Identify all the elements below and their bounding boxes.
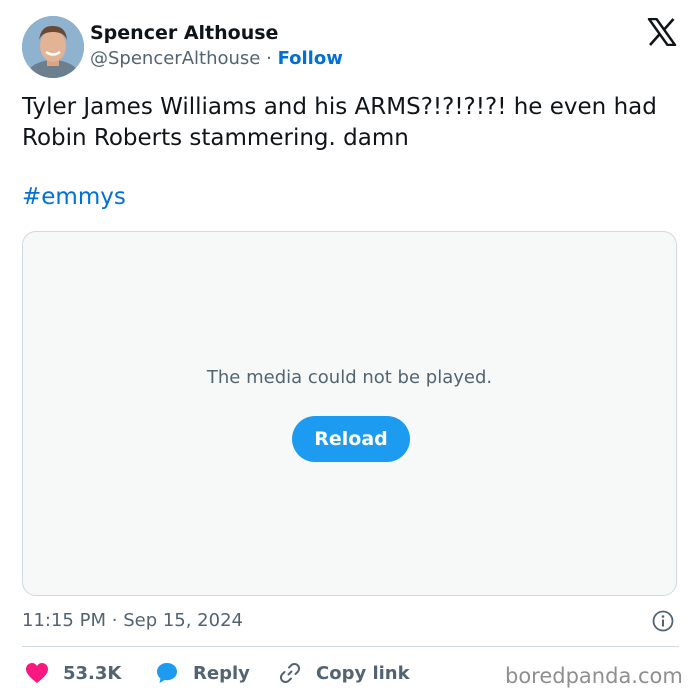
separator-dot: · bbox=[266, 48, 272, 69]
tweet-text: Tyler James Williams and his ARMS?!?!?!?… bbox=[22, 94, 657, 151]
media-error-message: The media could not be played. bbox=[206, 367, 493, 388]
like-count: 53.3K bbox=[63, 662, 122, 684]
copy-link-label: Copy link bbox=[316, 662, 410, 684]
reply-bubble-icon bbox=[157, 663, 177, 683]
avatar[interactable] bbox=[22, 16, 84, 78]
tweet-time[interactable]: 11:15 PM bbox=[22, 610, 106, 631]
reload-button[interactable]: Reload bbox=[292, 416, 410, 462]
copy-link-button[interactable]: Copy link bbox=[278, 660, 410, 686]
divider bbox=[22, 646, 679, 647]
author-handle-row: @SpencerAlthouse · Follow bbox=[90, 48, 343, 69]
watermark: boredpanda.com bbox=[505, 664, 683, 688]
media-container: The media could not be played. Reload bbox=[22, 231, 677, 596]
hashtag-link[interactable]: #emmys bbox=[22, 184, 126, 210]
heart-icon bbox=[26, 663, 48, 683]
link-icon bbox=[279, 662, 301, 684]
author-handle[interactable]: @SpencerAlthouse bbox=[90, 48, 260, 69]
reply-label: Reply bbox=[193, 662, 250, 684]
follow-button[interactable]: Follow bbox=[278, 48, 343, 69]
separator-dot: · bbox=[111, 610, 118, 631]
like-button[interactable]: 53.3K bbox=[25, 660, 121, 686]
info-icon[interactable] bbox=[652, 610, 674, 632]
tweet-date[interactable]: Sep 15, 2024 bbox=[123, 610, 243, 631]
timestamp[interactable]: 11:15 PM · Sep 15, 2024 bbox=[22, 610, 243, 631]
author-name[interactable]: Spencer Althouse bbox=[90, 22, 278, 44]
reply-button[interactable]: Reply bbox=[155, 660, 250, 686]
x-logo-icon[interactable] bbox=[647, 18, 677, 46]
